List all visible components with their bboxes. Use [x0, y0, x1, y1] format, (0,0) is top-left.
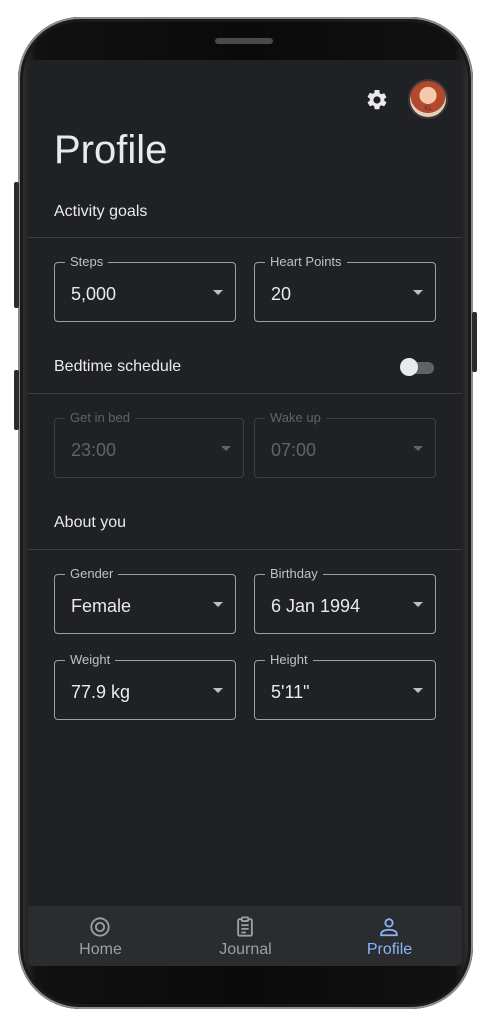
chevron-down-icon [413, 446, 423, 451]
chevron-down-icon [213, 602, 223, 607]
page-title: Profile [54, 128, 168, 172]
chevron-down-icon [413, 290, 423, 295]
field-label: Weight [65, 652, 116, 667]
divider [28, 393, 462, 394]
gender-select[interactable]: Gender Female [54, 566, 236, 634]
toggle-knob [400, 358, 418, 376]
chevron-down-icon [413, 602, 423, 607]
weight-select[interactable]: Weight 77.9 kg [54, 652, 236, 720]
get-in-bed-select: Get in bed 23:00 [54, 410, 244, 478]
bottom-navigation: Home Journal Profile [28, 906, 462, 966]
field-value: 20 [271, 284, 292, 304]
chevron-down-icon [213, 290, 223, 295]
field-value: 5,000 [71, 284, 117, 304]
bixby-button [14, 370, 19, 430]
section-heading-bedtime: Bedtime schedule [54, 358, 182, 375]
clipboard-icon [237, 916, 253, 937]
nav-label: Profile [366, 941, 413, 958]
field-value: 77.9 kg [71, 682, 131, 702]
home-ring-icon [90, 917, 110, 937]
chevron-down-icon [413, 688, 423, 693]
nav-item-home[interactable]: Home [28, 906, 173, 966]
section-heading-about-you: About you [54, 514, 127, 531]
field-label: Wake up [265, 410, 326, 425]
chevron-down-icon [221, 446, 231, 451]
nav-label: Home [79, 941, 122, 958]
section-heading-activity-goals: Activity goals [54, 203, 148, 220]
nav-label: Journal [219, 941, 272, 958]
wake-up-select: Wake up 07:00 [254, 410, 436, 478]
field-value: 6 Jan 1994 [271, 596, 361, 616]
nav-item-journal[interactable]: Journal [173, 906, 318, 966]
person-icon [380, 918, 398, 937]
divider [28, 549, 462, 550]
nav-item-profile[interactable]: Profile [317, 906, 462, 966]
heart-points-goal-select[interactable]: Heart Points 20 [254, 254, 436, 322]
avatar-initials: KL [424, 106, 432, 112]
birthday-select[interactable]: Birthday 6 Jan 1994 [254, 566, 436, 634]
steps-goal-select[interactable]: Steps 5,000 [54, 254, 236, 322]
height-select[interactable]: Height 5'11" [254, 652, 436, 720]
field-label: Gender [65, 566, 119, 581]
field-value: 5'11" [271, 682, 310, 702]
bedtime-toggle[interactable] [400, 358, 434, 376]
gear-icon[interactable] [365, 88, 389, 112]
volume-button [14, 182, 19, 308]
field-label: Heart Points [265, 254, 347, 269]
field-value: Female [71, 596, 132, 616]
field-value: 07:00 [271, 440, 317, 460]
divider [28, 237, 462, 238]
earpiece-speaker [215, 38, 273, 44]
avatar[interactable]: KL [410, 81, 446, 117]
field-label: Steps [65, 254, 109, 269]
power-button [472, 312, 477, 372]
chevron-down-icon [213, 688, 223, 693]
field-label: Height [265, 652, 313, 667]
field-label: Birthday [265, 566, 323, 581]
field-value: 23:00 [71, 440, 117, 460]
field-label: Get in bed [65, 410, 135, 425]
app-screen: KL Profile Activity goals Steps 5,000 He… [28, 60, 462, 966]
